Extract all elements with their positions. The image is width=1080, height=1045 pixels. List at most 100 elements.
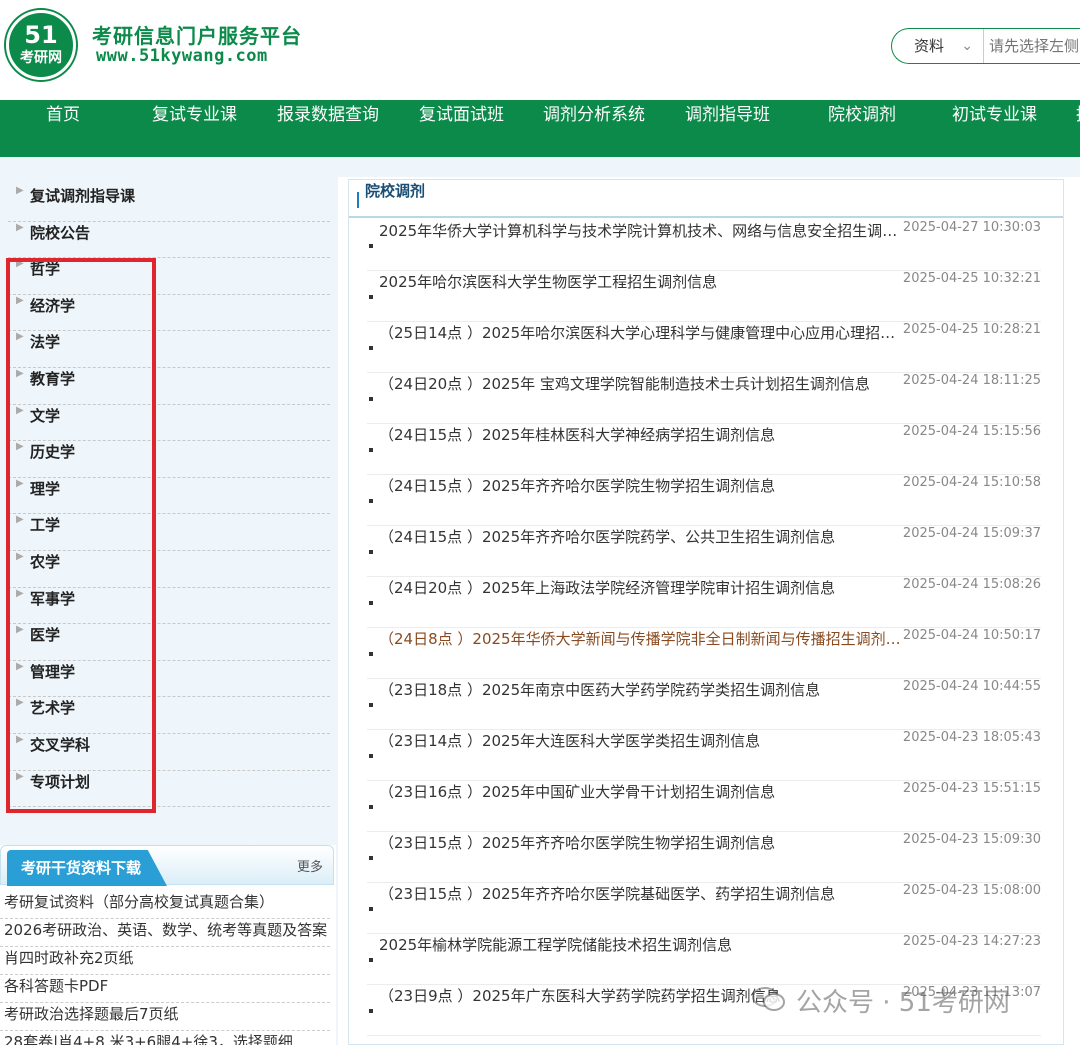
news-date: 2025-04-25 10:32:21 — [902, 271, 1041, 286]
download-link[interactable]: 考研复试资料（部分高校复试真题合集） — [0, 891, 330, 919]
category-item[interactable]: ▶ 工学 — [8, 514, 330, 551]
logo-number: 51 — [24, 21, 58, 49]
bullet-icon — [369, 907, 373, 911]
news-title-link[interactable]: 2025年华侨大学计算机科学与技术学院计算机技术、网络与信息安全招生调剂信息 — [379, 220, 907, 241]
news-title-link[interactable]: 2025年榆林学院能源工程学院储能技术招生调剂信息 — [379, 934, 907, 955]
news-title-link[interactable]: （24日20点 ）2025年 宝鸡文理学院智能制造技术士兵计划招生调剂信息 — [379, 373, 907, 394]
category-item[interactable]: ▶ 军事学 — [8, 588, 330, 625]
bullet-icon — [369, 397, 373, 401]
news-row[interactable]: （24日8点 ）2025年华侨大学新闻与传播学院非全日制新闻与传播招生调剂信息 2… — [367, 628, 1041, 679]
category-item[interactable]: ▶ 艺术学 — [8, 697, 330, 734]
news-date: 2025-04-24 18:11:25 — [902, 373, 1041, 388]
news-row[interactable]: （23日15点 ）2025年齐齐哈尔医学院生物学招生调剂信息 2025-04-23… — [367, 832, 1041, 883]
category-item[interactable]: ▶ 院校公告 — [8, 222, 330, 259]
nav-item-admission-data[interactable]: 报录数据查询 — [277, 100, 379, 157]
site-logo[interactable]: 51 考研网 — [6, 10, 76, 80]
watermark-text: 公众号 · 51考研网 — [796, 988, 1010, 1018]
news-date: 2025-04-23 15:09:30 — [902, 832, 1041, 847]
download-link[interactable]: 肖四时政补充2页纸 — [0, 947, 330, 975]
news-row[interactable]: 2025年榆林学院能源工程学院储能技术招生调剂信息 2025-04-23 14:2… — [367, 934, 1041, 985]
category-list: ▶ 复试调剂指导课 ▶ 院校公告 ▶ 哲学 ▶ 经济学 ▶ 法学 ▶ 教育学 ▶ 文学 ▶ 历史… — [8, 185, 330, 808]
nav-item-interview-class[interactable]: 复试面试班 — [419, 100, 504, 157]
category-item[interactable]: ▶ 复试调剂指导课 — [8, 185, 330, 222]
bullet-icon — [369, 346, 373, 350]
category-item[interactable]: ▶ 文学 — [8, 405, 330, 442]
search-box: 资料 ⌄ — [891, 28, 1080, 64]
bullet-icon — [369, 703, 373, 707]
downloads-more-link[interactable]: 更多 — [297, 856, 323, 875]
category-item[interactable]: ▶ 历史学 — [8, 441, 330, 478]
news-title-link[interactable]: （24日15点 ）2025年桂林医科大学神经病学招生调剂信息 — [379, 424, 907, 445]
nav-item-adjust-analysis[interactable]: 调剂分析系统 — [543, 100, 645, 157]
category-item[interactable]: ▶ 理学 — [8, 478, 330, 515]
category-item[interactable]: ▶ 经济学 — [8, 295, 330, 332]
downloads-title: 考研干货资料下载 — [7, 850, 167, 886]
caret-right-icon: ▶ — [16, 441, 24, 453]
news-title-link[interactable]: （23日14点 ）2025年大连医科大学医学类招生调剂信息 — [379, 730, 907, 751]
download-link[interactable]: 28套卷|肖4+8 米3+6腿4+徐3，选择题细 — [0, 1031, 330, 1045]
news-row[interactable]: （23日16点 ）2025年中国矿业大学骨干计划招生调剂信息 2025-04-23… — [367, 781, 1041, 832]
news-title-link[interactable]: 2025年哈尔滨医科大学生物医学工程招生调剂信息 — [379, 271, 907, 292]
logo-text: 考研网 — [20, 50, 62, 66]
news-list: 2025年华侨大学计算机科学与技术学院计算机技术、网络与信息安全招生调剂信息 20… — [367, 220, 1041, 1036]
news-title-link[interactable]: （24日20点 ）2025年上海政法学院经济管理学院审计招生调剂信息 — [379, 577, 907, 598]
bullet-icon — [369, 244, 373, 248]
section-marker — [357, 192, 359, 208]
news-title-link[interactable]: （23日15点 ）2025年齐齐哈尔医学院基础医学、药学招生调剂信息 — [379, 883, 907, 904]
download-link[interactable]: 各科答题卡PDF — [0, 975, 330, 1003]
caret-right-icon: ▶ — [16, 660, 24, 672]
download-link[interactable]: 考研政治选择题最后7页纸 — [0, 1003, 330, 1031]
news-title-link[interactable]: （23日15点 ）2025年齐齐哈尔医学院生物学招生调剂信息 — [379, 832, 907, 853]
news-row[interactable]: （24日20点 ）2025年 宝鸡文理学院智能制造技术士兵计划招生调剂信息 202… — [367, 373, 1041, 424]
news-row[interactable]: 2025年哈尔滨医科大学生物医学工程招生调剂信息 2025-04-25 10:32… — [367, 271, 1041, 322]
news-date: 2025-04-24 15:10:58 — [902, 475, 1041, 490]
news-title-link[interactable]: （23日16点 ）2025年中国矿业大学骨干计划招生调剂信息 — [379, 781, 907, 802]
news-row[interactable]: 2025年华侨大学计算机科学与技术学院计算机技术、网络与信息安全招生调剂信息 20… — [367, 220, 1041, 271]
news-date: 2025-04-23 18:05:43 — [902, 730, 1041, 745]
category-item[interactable]: ▶ 法学 — [8, 331, 330, 368]
news-row[interactable]: （24日20点 ）2025年上海政法学院经济管理学院审计招生调剂信息 2025-0… — [367, 577, 1041, 628]
news-row[interactable]: （24日15点 ）2025年齐齐哈尔医学院药学、公共卫生招生调剂信息 2025-0… — [367, 526, 1041, 577]
news-title-link[interactable]: （24日15点 ）2025年齐齐哈尔医学院药学、公共卫生招生调剂信息 — [379, 526, 907, 547]
nav-item-retest-course[interactable]: 复试专业课 — [152, 100, 237, 157]
nav-item-more[interactable]: 招 — [1076, 100, 1080, 157]
news-title-link[interactable]: （24日15点 ）2025年齐齐哈尔医学院生物学招生调剂信息 — [379, 475, 907, 496]
nav-item-home[interactable]: 首页 — [46, 100, 80, 157]
news-title-link[interactable]: （23日18点 ）2025年南京中医药大学药学院药学类招生调剂信息 — [379, 679, 907, 700]
caret-right-icon: ▶ — [16, 550, 24, 562]
bullet-icon — [369, 499, 373, 503]
caret-right-icon: ▶ — [16, 221, 24, 233]
main-content: 院校调剂 2025年华侨大学计算机科学与技术学院计算机技术、网络与信息安全招生调… — [348, 179, 1064, 1045]
search-category-select[interactable]: 资料 ⌄ — [892, 29, 984, 63]
caret-right-icon: ▶ — [16, 770, 24, 782]
nav-item-adjust-guide[interactable]: 调剂指导班 — [685, 100, 770, 157]
category-item[interactable]: ▶ 专项计划 — [8, 771, 330, 808]
news-row[interactable]: （24日15点 ）2025年齐齐哈尔医学院生物学招生调剂信息 2025-04-24… — [367, 475, 1041, 526]
download-link[interactable]: 2026考研政治、英语、数学、统考等真题及答案 — [0, 919, 330, 947]
bullet-icon — [369, 448, 373, 452]
news-title-link[interactable]: （24日8点 ）2025年华侨大学新闻与传播学院非全日制新闻与传播招生调剂信息 — [379, 628, 907, 649]
news-row[interactable]: （24日15点 ）2025年桂林医科大学神经病学招生调剂信息 2025-04-24… — [367, 424, 1041, 475]
category-item[interactable]: ▶ 哲学 — [8, 258, 330, 295]
nav-item-first-exam-course[interactable]: 初试专业课 — [952, 100, 1037, 157]
main-nav: 首页 复试专业课 报录数据查询 复试面试班 调剂分析系统 调剂指导班 院校调剂 … — [0, 100, 1080, 157]
news-row[interactable]: （23日18点 ）2025年南京中医药大学药学院药学类招生调剂信息 2025-04… — [367, 679, 1041, 730]
category-item[interactable]: ▶ 管理学 — [8, 661, 330, 698]
news-row[interactable]: （25日14点 ）2025年哈尔滨医科大学心理科学与健康管理中心应用心理招生调剂… — [367, 322, 1041, 373]
caret-right-icon: ▶ — [16, 294, 24, 306]
news-row[interactable]: （23日14点 ）2025年大连医科大学医学类招生调剂信息 2025-04-23 … — [367, 730, 1041, 781]
nav-item-school-adjust[interactable]: 院校调剂 — [828, 100, 896, 157]
category-item[interactable]: ▶ 交叉学科 — [8, 734, 330, 771]
news-date: 2025-04-27 10:30:03 — [902, 220, 1041, 235]
category-item[interactable]: ▶ 医学 — [8, 624, 330, 661]
search-input[interactable] — [985, 29, 1080, 63]
nav-shadow-band — [0, 157, 1080, 177]
news-date: 2025-04-23 14:27:23 — [902, 934, 1041, 949]
bullet-icon — [369, 805, 373, 809]
watermark: 公众号 · 51考研网 — [752, 982, 1010, 1019]
category-item[interactable]: ▶ 教育学 — [8, 368, 330, 405]
news-title-link[interactable]: （25日14点 ）2025年哈尔滨医科大学心理科学与健康管理中心应用心理招生调剂… — [379, 322, 907, 343]
news-row[interactable]: （23日15点 ）2025年齐齐哈尔医学院基础医学、药学招生调剂信息 2025-0… — [367, 883, 1041, 934]
caret-right-icon: ▶ — [16, 258, 24, 270]
category-item[interactable]: ▶ 农学 — [8, 551, 330, 588]
